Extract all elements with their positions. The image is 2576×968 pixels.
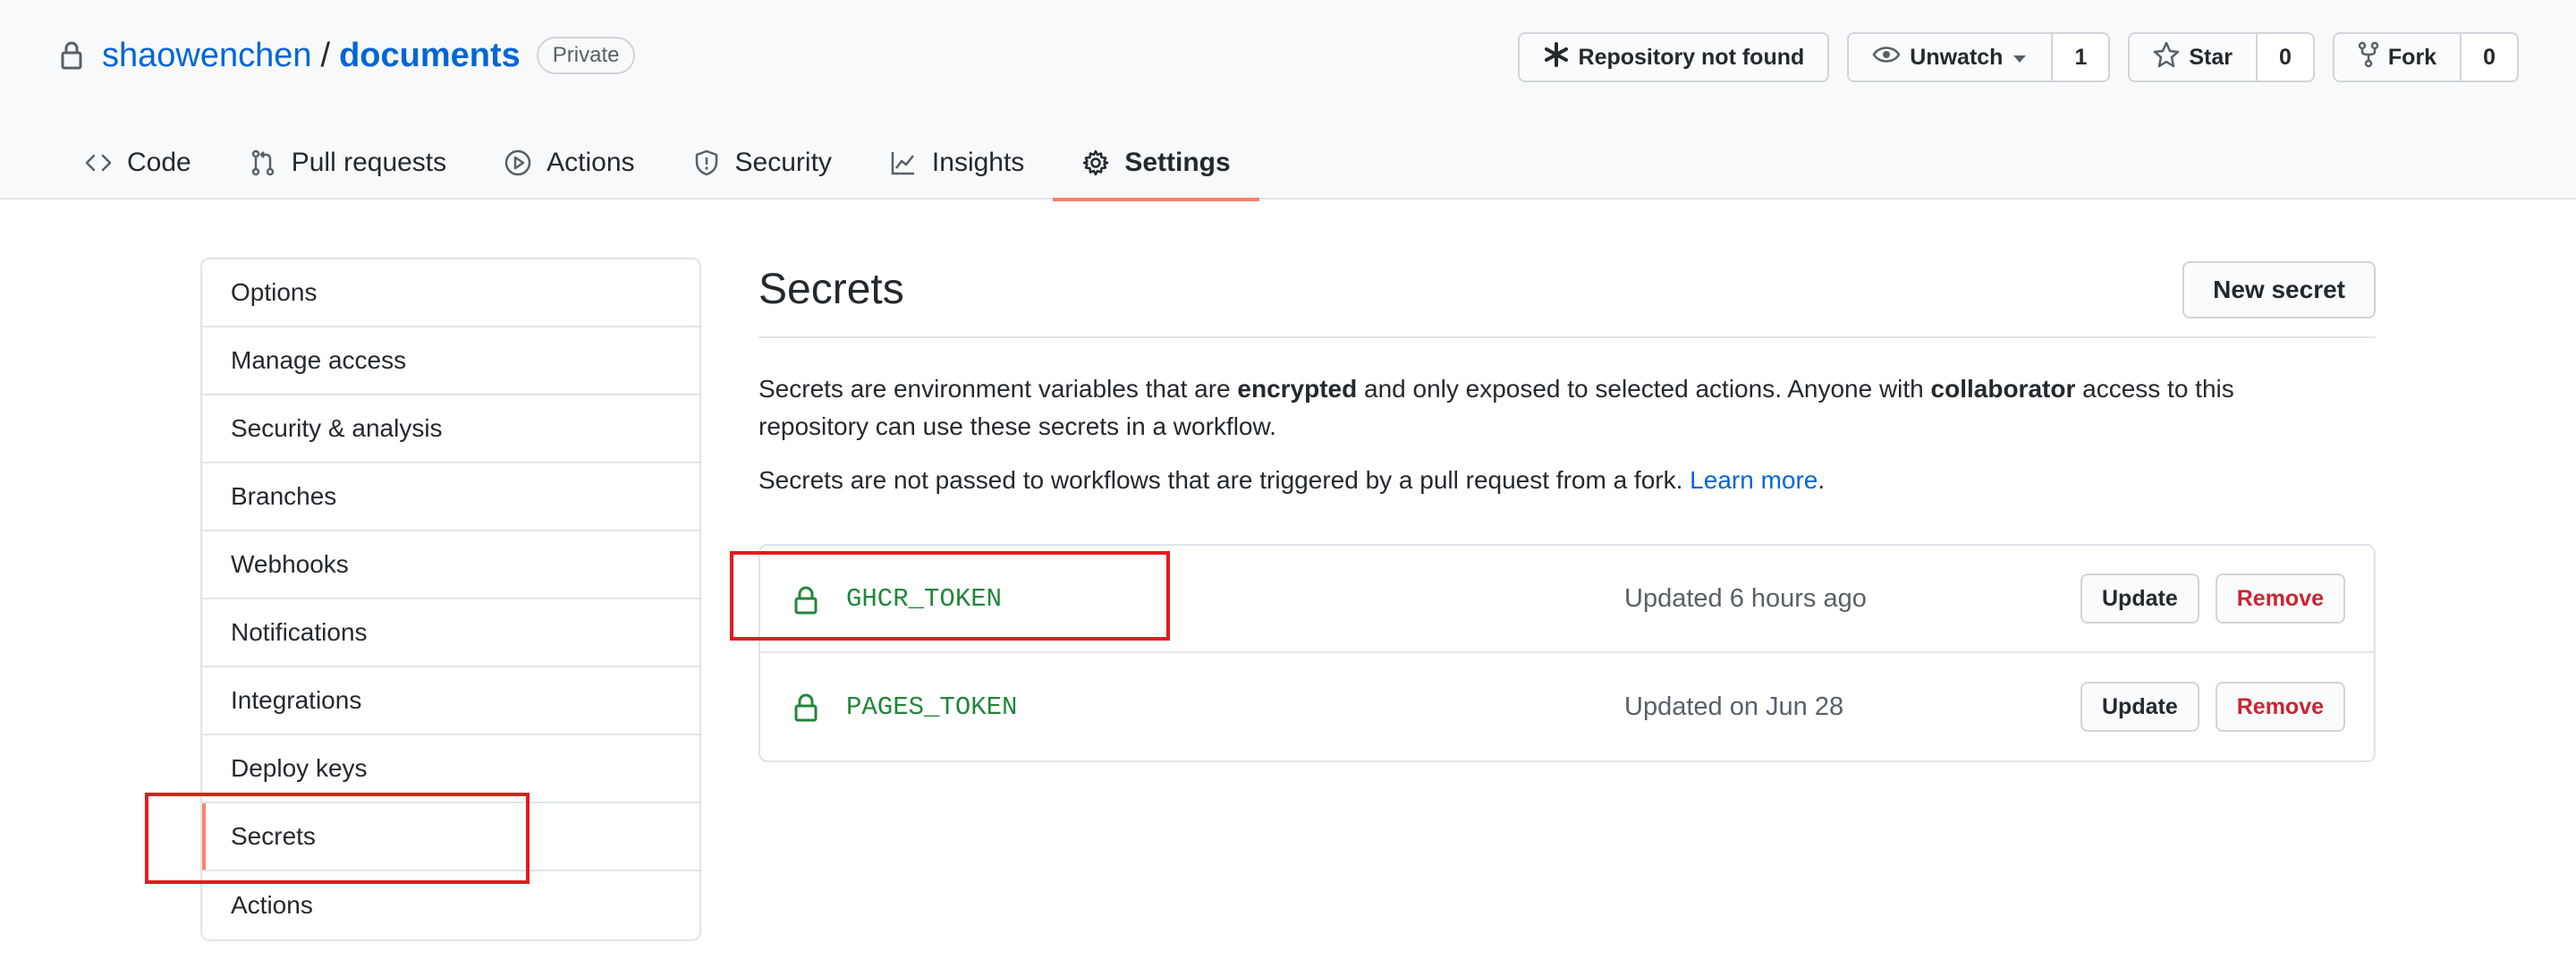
lock-icon bbox=[792, 585, 819, 616]
fork-button[interactable]: Fork bbox=[2334, 34, 2461, 81]
fork-count[interactable]: 0 bbox=[2460, 34, 2517, 81]
tab-pull-requests[interactable]: Pull requests bbox=[220, 125, 475, 200]
chevron-down-icon bbox=[2012, 45, 2028, 71]
secret-updated: Updated on Jun 28 bbox=[1624, 692, 1844, 721]
unwatch-label: Unwatch bbox=[1910, 44, 2004, 70]
tab-label: Security bbox=[734, 147, 832, 177]
fork-label: Fork bbox=[2387, 44, 2437, 70]
fork-group: Fork 0 bbox=[2332, 32, 2519, 82]
desc-text: and only exposed to selected actions. An… bbox=[1357, 375, 1931, 403]
fork-icon bbox=[2358, 41, 2379, 74]
repository-not-found-button[interactable]: Repository not found bbox=[1517, 32, 1830, 82]
code-icon bbox=[85, 154, 112, 171]
secrets-list: GHCR_TOKEN Updated 6 hours ago Update Re… bbox=[758, 544, 2376, 762]
tab-label: Code bbox=[127, 147, 191, 177]
tab-code[interactable]: Code bbox=[84, 125, 220, 200]
tab-label: Actions bbox=[547, 147, 635, 177]
unwatch-button[interactable]: Unwatch bbox=[1849, 34, 2052, 81]
lock-icon bbox=[792, 692, 819, 723]
repo-owner-link[interactable]: shaowenchen bbox=[102, 37, 312, 75]
new-secret-button[interactable]: New secret bbox=[2182, 261, 2376, 318]
tab-settings[interactable]: Settings bbox=[1053, 125, 1260, 201]
gear-icon bbox=[1083, 149, 1109, 175]
sidebar-item-actions[interactable]: Actions bbox=[202, 871, 699, 939]
repo-tabs: Code Pull requests Actions Security Insi… bbox=[84, 125, 1260, 201]
asterisk-icon bbox=[1543, 41, 1570, 74]
sidebar-item-webhooks[interactable]: Webhooks bbox=[202, 531, 699, 599]
tab-label: Insights bbox=[931, 147, 1025, 177]
pull-request-icon bbox=[251, 149, 274, 175]
secrets-description: Secrets are environment variables that a… bbox=[758, 370, 2333, 446]
remove-button[interactable]: Remove bbox=[2215, 682, 2345, 732]
desc-text: Secrets are environment variables that a… bbox=[758, 375, 1238, 403]
learn-more-link[interactable]: Learn more bbox=[1690, 466, 1818, 494]
repo-title: shaowenchen / documents Private bbox=[57, 32, 636, 79]
desc-bold-encrypted: encrypted bbox=[1237, 375, 1358, 403]
sidebar-item-branches[interactable]: Branches bbox=[202, 463, 699, 531]
play-icon bbox=[504, 149, 531, 175]
fork-note-text: Secrets are not passed to workflows that… bbox=[758, 466, 1690, 494]
secret-name: PAGES_TOKEN bbox=[846, 692, 1018, 722]
lock-icon bbox=[57, 38, 86, 73]
update-button[interactable]: Update bbox=[2080, 682, 2199, 732]
tab-insights[interactable]: Insights bbox=[860, 125, 1053, 200]
desc-bold-collaborator: collaborator bbox=[1930, 375, 2076, 403]
repo-actions: Repository not found Unwatch 1 Star 0 Fo… bbox=[1517, 32, 2519, 82]
tab-label: Settings bbox=[1124, 147, 1231, 177]
visibility-badge: Private bbox=[536, 37, 636, 74]
settings-sidebar: Options Manage access Security & analysi… bbox=[200, 258, 701, 941]
star-icon bbox=[2153, 41, 2180, 74]
secret-updated: Updated 6 hours ago bbox=[1624, 583, 1867, 613]
sidebar-item-secrets[interactable]: Secrets bbox=[202, 803, 699, 871]
unwatch-group: Unwatch 1 bbox=[1847, 32, 2111, 82]
path-separator: / bbox=[320, 36, 331, 74]
sidebar-item-notifications[interactable]: Notifications bbox=[202, 599, 699, 667]
remove-button[interactable]: Remove bbox=[2215, 573, 2345, 624]
graph-icon bbox=[891, 151, 914, 174]
star-count[interactable]: 0 bbox=[2256, 34, 2313, 81]
secret-actions: Update Remove bbox=[2080, 682, 2345, 732]
secret-row: GHCR_TOKEN Updated 6 hours ago Update Re… bbox=[760, 546, 2374, 653]
star-label: Star bbox=[2189, 44, 2233, 70]
sidebar-item-options[interactable]: Options bbox=[202, 259, 699, 327]
sidebar-item-integrations[interactable]: Integrations bbox=[202, 667, 699, 735]
secret-name: GHCR_TOKEN bbox=[846, 583, 1003, 614]
secret-row: PAGES_TOKEN Updated on Jun 28 Update Rem… bbox=[760, 653, 2374, 760]
page-title: Secrets bbox=[758, 266, 904, 313]
sidebar-item-deploy-keys[interactable]: Deploy keys bbox=[202, 735, 699, 803]
repo-name-link[interactable]: documents bbox=[339, 37, 521, 75]
fork-note-period: . bbox=[1818, 466, 1826, 494]
tab-actions[interactable]: Actions bbox=[475, 125, 663, 200]
repo-header: shaowenchen / documents Private Reposito… bbox=[0, 0, 2576, 201]
secrets-panel: Secrets New secret Secrets are environme… bbox=[758, 258, 2376, 762]
secret-actions: Update Remove bbox=[2080, 573, 2345, 624]
tab-security[interactable]: Security bbox=[664, 125, 860, 200]
watchers-count[interactable]: 1 bbox=[2051, 34, 2109, 81]
star-group: Star 0 bbox=[2128, 32, 2315, 82]
star-button[interactable]: Star bbox=[2130, 34, 2256, 81]
eye-icon bbox=[1872, 44, 1901, 72]
shield-icon bbox=[695, 149, 717, 175]
panel-header: Secrets New secret bbox=[758, 258, 2376, 338]
update-button[interactable]: Update bbox=[2080, 573, 2199, 624]
sidebar-item-manage-access[interactable]: Manage access bbox=[202, 327, 699, 395]
sidebar-item-security-analysis[interactable]: Security & analysis bbox=[202, 395, 699, 463]
fork-note: Secrets are not passed to workflows that… bbox=[758, 462, 2376, 499]
tab-label: Pull requests bbox=[291, 147, 447, 177]
repository-not-found-label: Repository not found bbox=[1578, 44, 1805, 70]
